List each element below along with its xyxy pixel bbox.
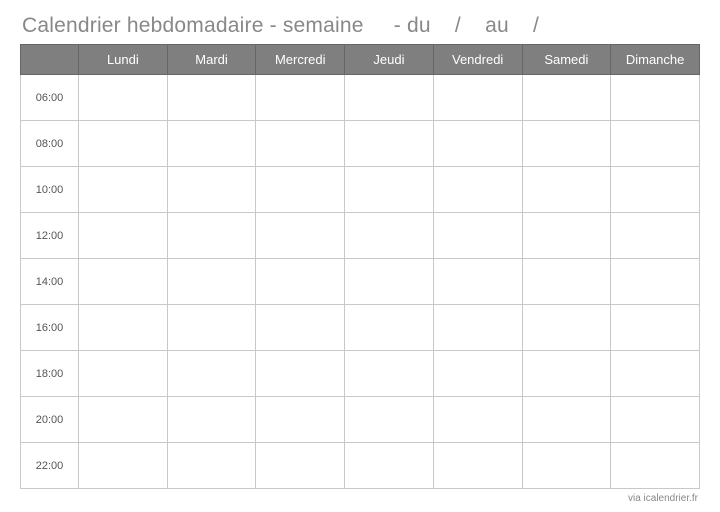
slot [167,167,256,213]
time-row: 12:00 [21,213,700,259]
slot [79,75,168,121]
slot [79,351,168,397]
slot [433,397,522,443]
slot [433,75,522,121]
time-row: 10:00 [21,167,700,213]
slot [79,213,168,259]
slot [345,167,434,213]
day-header-mercredi: Mercredi [256,45,345,75]
slot [256,397,345,443]
slot [433,351,522,397]
slot [611,213,700,259]
slot [611,397,700,443]
day-header-mardi: Mardi [167,45,256,75]
time-row: 22:00 [21,443,700,489]
slot [522,351,611,397]
day-header-samedi: Samedi [522,45,611,75]
slot [79,305,168,351]
header-row: Lundi Mardi Mercredi Jeudi Vendredi Same… [21,45,700,75]
slot [167,75,256,121]
day-header-jeudi: Jeudi [345,45,434,75]
slot [611,351,700,397]
slot [345,75,434,121]
time-label: 08:00 [21,121,79,167]
slot [167,213,256,259]
slot [167,121,256,167]
time-row: 06:00 [21,75,700,121]
slot [522,305,611,351]
slot [611,443,700,489]
slot [256,167,345,213]
slot [167,443,256,489]
day-header-lundi: Lundi [79,45,168,75]
slot [256,213,345,259]
slot [79,397,168,443]
time-row: 08:00 [21,121,700,167]
time-label: 16:00 [21,305,79,351]
slot [522,443,611,489]
slot [433,443,522,489]
time-label: 22:00 [21,443,79,489]
slot [522,75,611,121]
time-label: 12:00 [21,213,79,259]
slot [256,259,345,305]
slot [522,397,611,443]
time-row: 18:00 [21,351,700,397]
slot [433,213,522,259]
calendar-body: 06:00 08:00 10:00 12:00 14:00 16:00 [21,75,700,489]
time-label: 10:00 [21,167,79,213]
slot [256,351,345,397]
slot [167,397,256,443]
slot [79,259,168,305]
slot [256,121,345,167]
slot [345,305,434,351]
slot [345,443,434,489]
slot [167,351,256,397]
slot [79,443,168,489]
time-label: 14:00 [21,259,79,305]
slot [256,305,345,351]
slot [611,167,700,213]
time-label: 20:00 [21,397,79,443]
slot [345,351,434,397]
time-row: 16:00 [21,305,700,351]
slot [433,305,522,351]
slot [522,121,611,167]
footer-attribution: via icalendrier.fr [20,493,700,504]
slot [79,167,168,213]
slot [611,305,700,351]
weekly-calendar-table: Lundi Mardi Mercredi Jeudi Vendredi Same… [20,44,700,489]
slot [611,259,700,305]
slot [611,121,700,167]
time-header [21,45,79,75]
slot [345,121,434,167]
time-label: 06:00 [21,75,79,121]
calendar-container: Calendrier hebdomadaire - semaine - du /… [0,0,720,512]
slot [433,259,522,305]
slot [256,443,345,489]
slot [433,167,522,213]
day-header-dimanche: Dimanche [611,45,700,75]
slot [167,259,256,305]
slot [522,167,611,213]
slot [611,75,700,121]
slot [433,121,522,167]
slot [522,213,611,259]
time-row: 14:00 [21,259,700,305]
slot [345,213,434,259]
page-title: Calendrier hebdomadaire - semaine - du /… [22,14,700,38]
time-row: 20:00 [21,397,700,443]
slot [345,259,434,305]
slot [256,75,345,121]
slot [167,305,256,351]
slot [345,397,434,443]
day-header-vendredi: Vendredi [433,45,522,75]
slot [79,121,168,167]
slot [522,259,611,305]
time-label: 18:00 [21,351,79,397]
